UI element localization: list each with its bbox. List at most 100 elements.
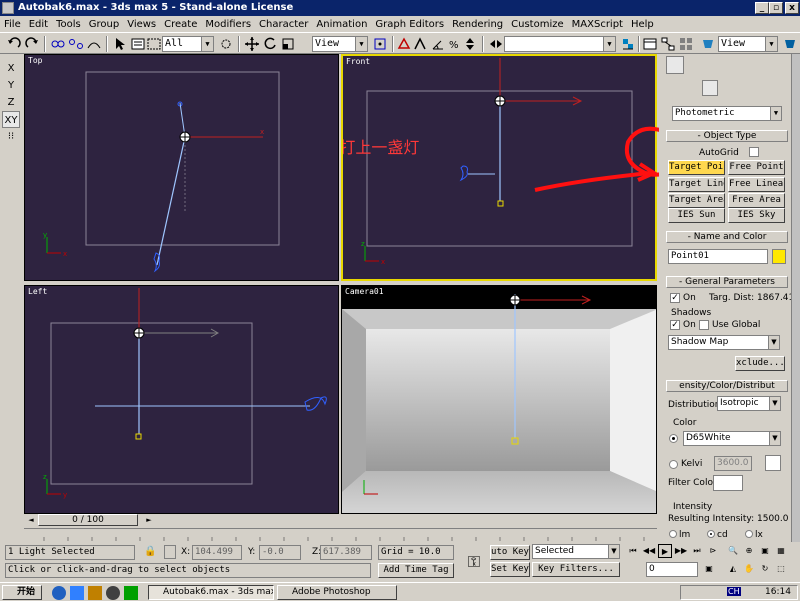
absolute-mode-icon[interactable] xyxy=(164,545,176,559)
command-panel-scrollbar[interactable] xyxy=(791,54,800,542)
menu-maxscript[interactable]: MAXScript xyxy=(572,19,623,30)
x-coord-field[interactable]: 104.499 xyxy=(192,545,242,560)
undo-icon[interactable] xyxy=(6,36,22,52)
menu-modifiers[interactable]: Modifiers xyxy=(205,19,251,30)
object-name-field[interactable]: Point01 xyxy=(668,249,768,264)
free-linear-button[interactable]: Free Linear xyxy=(728,177,785,192)
field-of-view-icon[interactable]: ◭ xyxy=(726,562,740,576)
reference-coordinate-dropdown[interactable]: View ▼ xyxy=(312,36,368,52)
use-global-checkbox[interactable] xyxy=(699,320,709,330)
track-bar[interactable] xyxy=(24,528,657,541)
zoom-extents-all-icon[interactable]: ▦ xyxy=(774,544,788,558)
distribution-dropdown[interactable]: Isotropic ▼ xyxy=(717,396,781,411)
pivot-center-icon[interactable] xyxy=(372,36,388,52)
free-area-button[interactable]: Free Area xyxy=(728,193,785,208)
menu-animation[interactable]: Animation xyxy=(316,19,367,30)
time-configuration-icon[interactable]: ▣ xyxy=(702,562,716,576)
quick-render-icon[interactable] xyxy=(782,36,798,52)
geometry-icon[interactable] xyxy=(666,80,682,96)
modify-tab-icon[interactable] xyxy=(687,56,705,74)
next-frame-icon[interactable]: ▶▶ xyxy=(674,544,688,558)
redo-icon[interactable] xyxy=(24,36,40,52)
close-button[interactable]: x xyxy=(785,2,799,14)
percent-snap-icon[interactable]: % xyxy=(446,36,462,52)
constraint-x-button[interactable]: X xyxy=(2,60,20,77)
play-icon[interactable]: ▶ xyxy=(658,544,672,558)
name-color-rollout-header[interactable]: - Name and Color xyxy=(666,231,788,243)
start-button[interactable]: 开始 xyxy=(2,585,42,600)
render-type-dropdown[interactable]: View ▼ xyxy=(718,36,778,52)
light-on-checkbox[interactable]: ✓ xyxy=(670,293,680,303)
set-key-button[interactable]: Set Key xyxy=(490,562,530,577)
taskbar-photoshop[interactable]: Adobe Photoshop xyxy=(277,585,397,600)
utilities-tab-icon[interactable] xyxy=(771,56,789,74)
ies-sky-button[interactable]: IES Sky xyxy=(728,208,785,223)
viewport-label[interactable]: Camera01 xyxy=(345,287,384,296)
shadows-on-checkbox[interactable]: ✓ xyxy=(670,320,680,330)
key-mode-dropdown[interactable]: Selected ▼ xyxy=(532,544,620,559)
kelvin-spinner[interactable]: 3600.0 xyxy=(714,456,752,471)
previous-frame-icon[interactable]: ◀◀ xyxy=(642,544,656,558)
track-view-icon[interactable] xyxy=(642,36,658,52)
target-area-button[interactable]: Target Area xyxy=(668,193,725,208)
align-icon[interactable] xyxy=(620,36,636,52)
general-parameters-rollout-header[interactable]: - General Parameters xyxy=(666,276,788,288)
space-warps-icon[interactable] xyxy=(756,80,772,96)
menu-help[interactable]: Help xyxy=(631,19,654,30)
unlink-icon[interactable] xyxy=(68,36,84,52)
display-tab-icon[interactable] xyxy=(750,56,768,74)
autogrid-checkbox[interactable] xyxy=(749,147,759,157)
named-selection-sets-dropdown[interactable]: ▼ xyxy=(504,36,616,52)
target-linear-button[interactable]: Target Linear xyxy=(668,177,725,192)
unit-cd-radio[interactable] xyxy=(707,530,715,538)
lock-selection-icon[interactable]: 🔒 xyxy=(144,546,156,558)
window-crossing-icon[interactable] xyxy=(218,36,234,52)
z-coord-field[interactable]: 617.389 xyxy=(320,545,372,560)
add-time-tag-button[interactable]: Add Time Tag xyxy=(378,563,454,578)
menu-customize[interactable]: Customize xyxy=(511,19,564,30)
quicklaunch-app2-icon[interactable] xyxy=(124,586,138,600)
material-editor-icon[interactable] xyxy=(678,36,694,52)
light-category-dropdown[interactable]: Photometric ▼ xyxy=(672,106,782,121)
intensity-color-rollout-header[interactable]: ensity/Color/Distribut xyxy=(666,380,788,392)
snap-toggle-icon[interactable] xyxy=(412,36,428,52)
systems-icon[interactable] xyxy=(774,80,790,96)
unit-lm-radio[interactable] xyxy=(669,530,677,538)
constraint-xy-button[interactable]: XY xyxy=(2,111,20,128)
color-preset-radio[interactable] xyxy=(669,434,678,443)
schematic-view-icon[interactable] xyxy=(660,36,676,52)
mirror-icon[interactable] xyxy=(488,36,504,52)
filter-color-swatch[interactable] xyxy=(713,475,743,491)
angle-snap-icon[interactable] xyxy=(430,36,446,52)
shapes-icon[interactable] xyxy=(684,80,700,96)
free-point-button[interactable]: Free Point xyxy=(728,160,785,175)
menu-rendering[interactable]: Rendering xyxy=(452,19,503,30)
spinner-snap-icon[interactable] xyxy=(462,36,478,52)
menu-views[interactable]: Views xyxy=(127,19,156,30)
y-coord-field[interactable]: -0.0 xyxy=(259,545,301,560)
shadow-type-dropdown[interactable]: Shadow Map ▼ xyxy=(668,335,780,350)
minimize-button[interactable]: _ xyxy=(755,2,769,14)
quicklaunch-app-icon[interactable] xyxy=(88,586,102,600)
go-to-start-icon[interactable]: ⏮ xyxy=(626,544,640,558)
region-select-icon[interactable] xyxy=(146,36,162,52)
selection-filter-dropdown[interactable]: All ▼ xyxy=(162,36,214,52)
key-filters-button[interactable]: Key Filters... xyxy=(532,562,620,577)
menu-tools[interactable]: Tools xyxy=(56,19,81,30)
object-color-swatch[interactable] xyxy=(772,249,786,264)
input-method-indicator[interactable]: CH xyxy=(727,587,741,596)
select-manipulate-icon[interactable] xyxy=(396,36,412,52)
auto-key-button[interactable]: uto Key xyxy=(490,545,530,560)
go-to-end-icon[interactable]: ⏭ xyxy=(690,544,704,558)
viewport-top[interactable]: Top x y x xyxy=(24,54,339,281)
select-by-name-icon[interactable] xyxy=(130,36,146,52)
show-desktop-icon[interactable] xyxy=(70,586,84,600)
ies-sun-button[interactable]: IES Sun xyxy=(668,208,725,223)
object-type-rollout-header[interactable]: - Object Type xyxy=(666,130,788,142)
helpers-icon[interactable] xyxy=(738,80,754,96)
maximize-viewport-icon[interactable]: ⬚ xyxy=(774,562,788,576)
menu-file[interactable]: File xyxy=(4,19,21,30)
select-object-icon[interactable] xyxy=(112,36,128,52)
time-slider-thumb[interactable]: 0 / 100 xyxy=(38,514,138,526)
zoom-icon[interactable]: 🔍 xyxy=(726,544,740,558)
